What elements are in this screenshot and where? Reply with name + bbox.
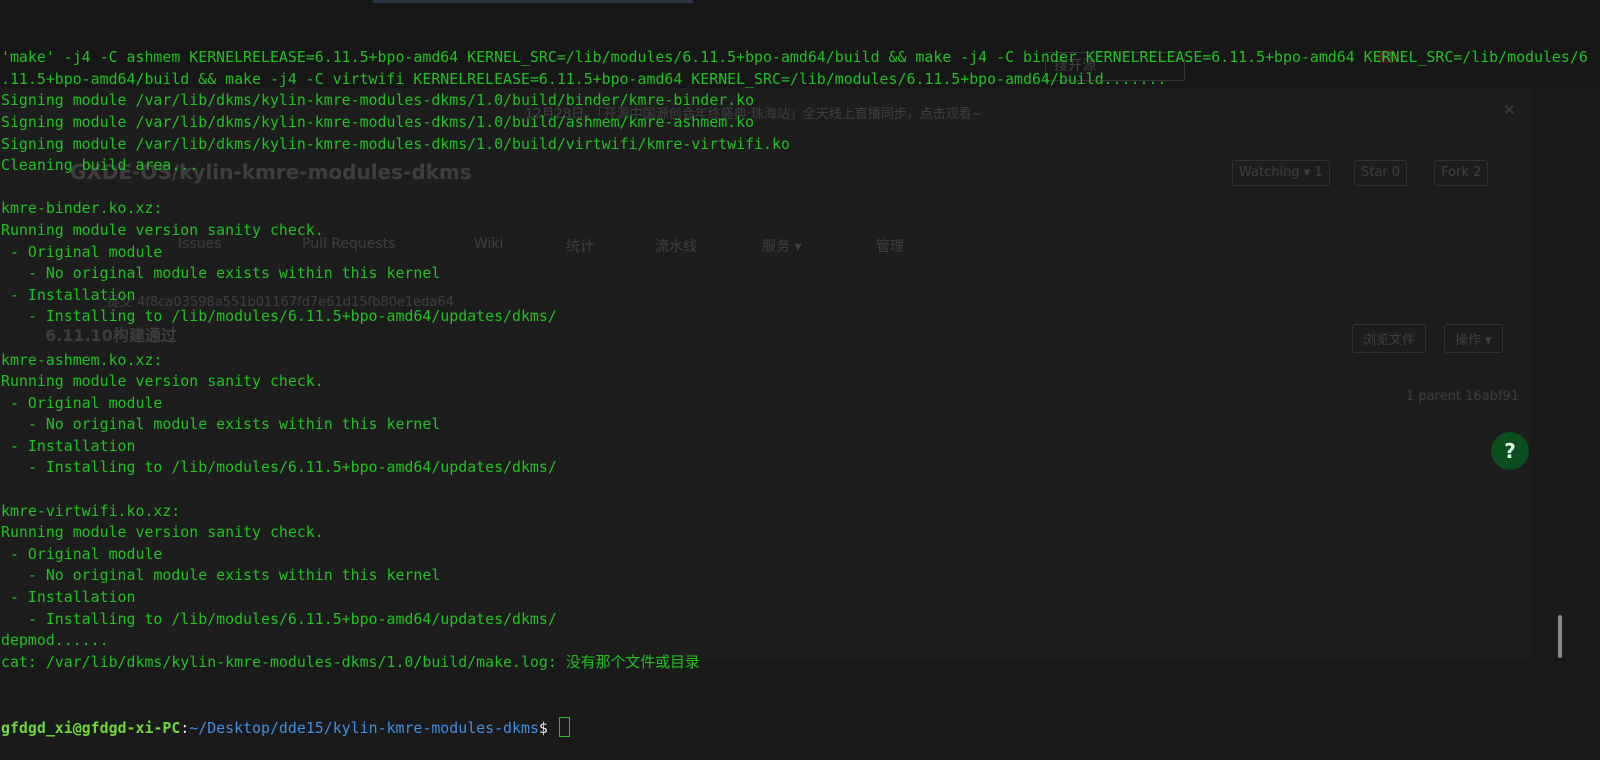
terminal-line: kmre-ashmem.ko.xz:: [1, 350, 163, 369]
terminal-line: Running module version sanity check.: [1, 220, 324, 239]
terminal-line: Signing module /var/lib/dkms/kylin-kmre-…: [1, 112, 755, 131]
terminal-line: - Original module: [1, 544, 163, 563]
terminal-line: - No original module exists within this …: [1, 264, 441, 283]
terminal-line: - Installing to /lib/modules/6.11.5+bpo-…: [1, 609, 557, 628]
prompt-user-host: gfdgd_xi@gfdgd-xi-PC: [1, 718, 181, 737]
terminal-line: - Installing to /lib/modules/6.11.5+bpo-…: [1, 458, 557, 477]
terminal-line: - No original module exists within this …: [1, 566, 441, 585]
text-cursor: [558, 716, 570, 737]
terminal-line: cat: /var/lib/dkms/kylin-kmre-modules-dk…: [1, 652, 700, 671]
terminal-line: depmod......: [1, 631, 109, 650]
terminal-line: Cleaning build area...: [1, 156, 199, 175]
terminal-line: Running module version sanity check.: [1, 523, 324, 542]
terminal-line: - No original module exists within this …: [1, 415, 441, 434]
terminal-line: - Installation: [1, 285, 136, 304]
terminal-prompt[interactable]: gfdgd_xi@gfdgd-xi-PC:~/Desktop/dde15/kyl…: [1, 716, 1599, 739]
terminal-line: Running module version sanity check.: [1, 372, 324, 391]
terminal-line: kmre-virtwifi.ko.xz:: [1, 501, 181, 520]
terminal-line: - Original module: [1, 242, 163, 261]
prompt-path: ~/Desktop/dde15/kylin-kmre-modules-dkms: [189, 718, 539, 737]
terminal-line: - Installation: [1, 588, 136, 607]
prompt-symbol: $: [538, 718, 557, 737]
terminal-line: Signing module /var/lib/dkms/kylin-kmre-…: [1, 91, 755, 110]
terminal-line: kmre-binder.ko.xz:: [1, 199, 163, 218]
terminal-line: .11.5+bpo-amd64/build && make -j4 -C vir…: [1, 69, 1167, 88]
terminal-line: 'make' -j4 -C ashmem KERNELRELEASE=6.11.…: [1, 48, 1588, 67]
terminal-lines: 'make' -j4 -C ashmem KERNELRELEASE=6.11.…: [1, 47, 1599, 673]
prompt-separator: :: [180, 718, 190, 737]
terminal-line: - Installing to /lib/modules/6.11.5+bpo-…: [1, 307, 557, 326]
terminal-line: - Original module: [1, 393, 163, 412]
active-tab-indicator: [373, 0, 693, 3]
terminal-line: - Installation: [1, 436, 136, 455]
terminal-line: Signing module /var/lib/dkms/kylin-kmre-…: [1, 134, 790, 153]
terminal-output[interactable]: 'make' -j4 -C ashmem KERNELRELEASE=6.11.…: [1, 4, 1599, 760]
